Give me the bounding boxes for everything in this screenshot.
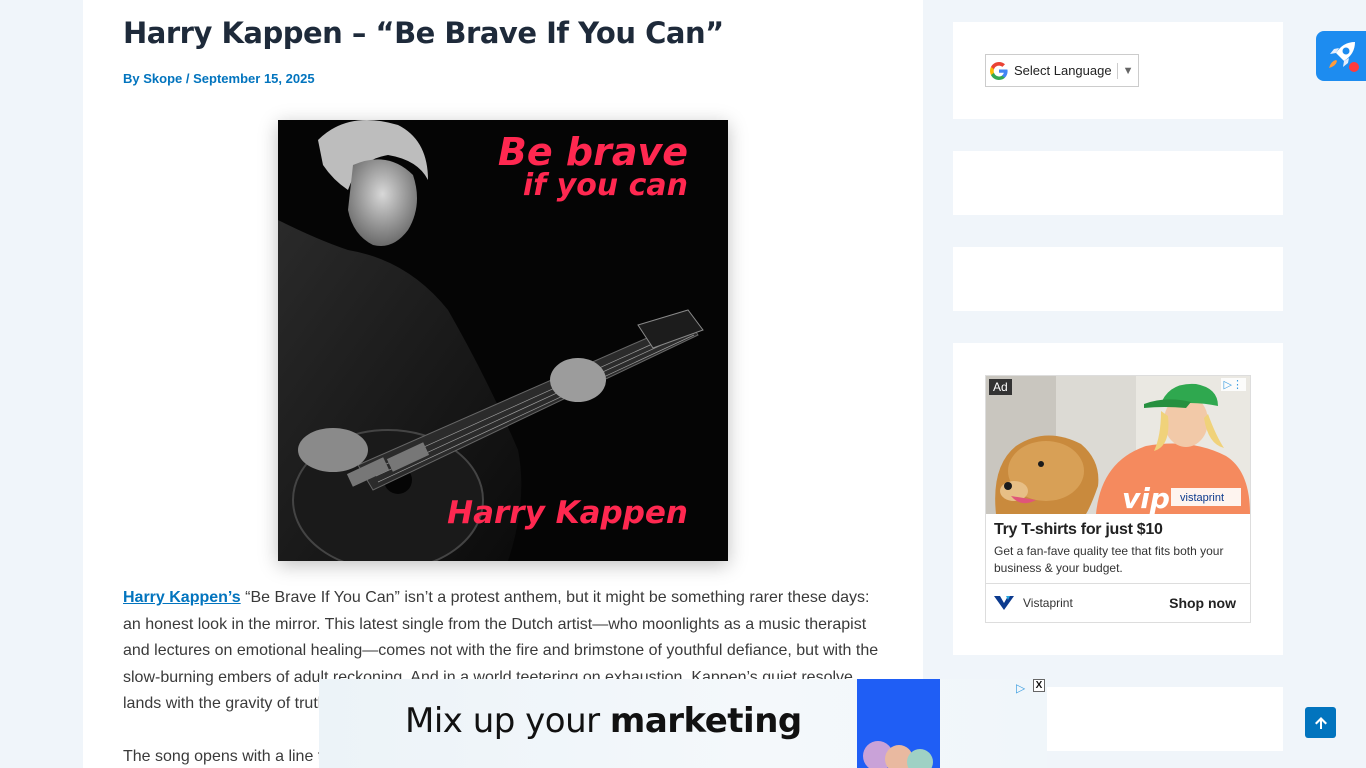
bottom-banner-ad[interactable]: Mix up your marketing ▷ X: [319, 679, 1047, 768]
svg-text:vistaprint: vistaprint: [1180, 492, 1224, 504]
banner-headline-bold: marketing: [609, 701, 802, 741]
adchoices-icon[interactable]: ▷⋮: [1220, 378, 1246, 391]
author-link[interactable]: Skope: [143, 71, 182, 86]
close-ad-button[interactable]: X: [1033, 679, 1045, 692]
dropdown-arrow-icon: ▼: [1122, 64, 1134, 77]
meta-by: By: [123, 71, 140, 86]
select-separator: [1116, 62, 1118, 79]
banner-headline-regular: Mix up your: [405, 701, 610, 741]
sidebar-widget-empty-1: [953, 151, 1283, 215]
vistaprint-ad[interactable]: vip vistaprint Ad ▷⋮ Try T-shirts for ju…: [985, 375, 1251, 623]
article-title: Harry Kappen – “Be Brave If You Can”: [123, 16, 724, 50]
banner-headline: Mix up your marketing: [405, 701, 802, 741]
meta-separator: /: [185, 71, 190, 86]
svg-text:vip: vip: [1122, 482, 1170, 514]
rocket-launcher-button[interactable]: [1316, 31, 1366, 81]
ad-title[interactable]: Try T-shirts for just $10: [994, 521, 1163, 539]
arrow-up-icon: [1314, 716, 1327, 729]
scroll-to-top-button[interactable]: [1305, 707, 1336, 738]
sidebar-widget-empty-2: [953, 247, 1283, 311]
google-icon: [990, 61, 1008, 80]
macaron-image: [907, 749, 933, 768]
ad-brand-name: Vistaprint: [1023, 596, 1073, 610]
post-meta: By Skope / September 15, 2025: [123, 71, 315, 86]
ad-description: Get a fan-fave quality tee that fits bot…: [994, 544, 1224, 575]
notification-dot: [1349, 62, 1359, 72]
banner-image-panel: [857, 679, 940, 768]
sidebar-ad-widget: vip vistaprint Ad ▷⋮ Try T-shirts for ju…: [953, 343, 1283, 655]
ad-footer: Vistaprint Shop now: [986, 583, 1250, 622]
vistaprint-logo-icon: [994, 596, 1014, 610]
cover-title-line2: if you can: [522, 168, 688, 203]
ad-label: Ad: [989, 379, 1012, 395]
language-select[interactable]: Select Language ▼: [985, 54, 1139, 87]
adchoices-icon[interactable]: ▷: [1016, 681, 1025, 695]
article-paragraph-2: The song opens with a line t: [123, 748, 323, 765]
dog-and-woman-photo: vip vistaprint: [986, 376, 1250, 514]
language-label: Select Language: [1014, 63, 1112, 78]
single-cover-image: Be brave if you can Harry Kappen: [278, 120, 728, 561]
cover-artist-name: Harry Kappen: [447, 495, 688, 531]
language-widget: Select Language ▼: [953, 22, 1283, 119]
shop-now-button[interactable]: Shop now: [1169, 595, 1236, 611]
post-date: September 15, 2025: [193, 71, 315, 86]
ad-image: vip vistaprint Ad ▷⋮: [986, 376, 1250, 514]
article-card: Harry Kappen – “Be Brave If You Can” By …: [83, 0, 923, 768]
artist-link[interactable]: Harry Kappen’s: [123, 589, 241, 606]
